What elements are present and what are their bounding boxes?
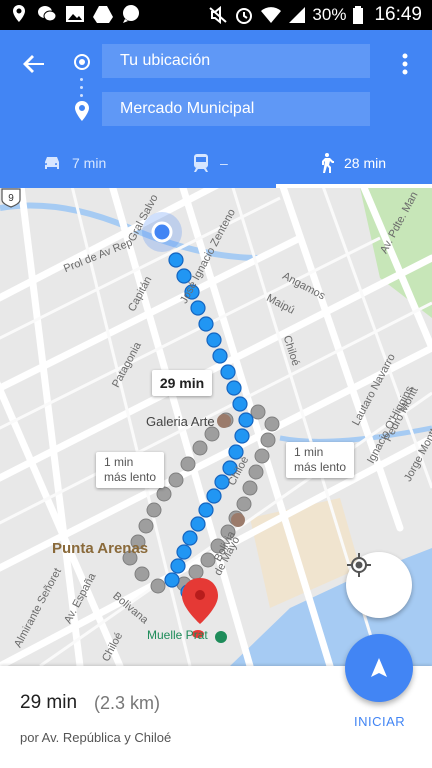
clock: 16:49: [374, 4, 422, 25]
directions-header: Tu ubicación Mercado Municipal 7 min – 2…: [0, 30, 432, 188]
transit-time: –: [220, 155, 228, 171]
status-bar: 30% 16:49: [0, 0, 432, 30]
drive-time: 7 min: [72, 155, 107, 171]
drive-icon: [92, 3, 114, 25]
battery-icon: [353, 6, 364, 24]
mute-icon: [209, 6, 228, 24]
origin-icon: [74, 54, 90, 70]
location-pin-icon: [8, 3, 30, 25]
route-shield-icon: 9: [1, 188, 21, 208]
car-icon: [45, 157, 59, 169]
back-arrow-icon: [23, 55, 44, 73]
crosshair-icon: [347, 553, 371, 577]
gallery-icon: [64, 3, 86, 25]
chat-bubble-icon: [120, 3, 142, 25]
more-vert-icon: [402, 53, 408, 75]
walk-time: 28 min: [344, 155, 387, 171]
back-button[interactable]: [20, 50, 48, 78]
route-via: por Av. República y Chiloé: [20, 730, 172, 745]
wechat-icon: [36, 3, 58, 25]
alt-route-bubble-left[interactable]: 1 min más lento: [96, 452, 165, 488]
map-view[interactable]: Gral Salvo José Ignacio Zenteno Capitán …: [0, 188, 432, 666]
tab-transit[interactable]: –: [192, 138, 228, 188]
origin-field[interactable]: Tu ubicación: [102, 44, 370, 78]
destination-pin-icon: [73, 100, 91, 122]
alt-route-note: más lento: [104, 470, 157, 484]
wifi-icon: [261, 7, 282, 23]
battery-percent: 30%: [312, 5, 347, 24]
route-number: 9: [8, 193, 14, 204]
train-icon: [194, 154, 208, 172]
alarm-icon: [236, 8, 253, 24]
notification-icons: [8, 3, 142, 25]
tab-walk[interactable]: 28 min: [318, 138, 386, 188]
navigation-arrow-icon: [371, 658, 387, 677]
alt-route-delta: 1 min: [104, 455, 134, 469]
city-label: Punta Arenas: [52, 540, 149, 557]
route-connector: [80, 78, 84, 100]
alt-route-bubble-right[interactable]: 1 min más lento: [286, 442, 355, 478]
poi-label[interactable]: Muelle Prat: [147, 628, 208, 642]
route-distance: (2.3 km): [94, 693, 161, 713]
system-status: 30% 16:49: [208, 4, 422, 26]
poi-label[interactable]: Galeria Arte: [146, 414, 215, 429]
destination-field[interactable]: Mercado Municipal: [102, 92, 370, 126]
signal-icon: [289, 7, 306, 23]
travel-mode-tabs: 7 min – 28 min: [0, 138, 432, 188]
start-label[interactable]: INICIAR: [354, 714, 405, 729]
route-eta: 29 min: [20, 692, 78, 713]
alt-route-note: más lento: [294, 460, 347, 474]
more-options-button[interactable]: [398, 50, 412, 78]
start-navigation-button[interactable]: [345, 634, 413, 702]
walk-icon: [322, 153, 334, 173]
route-time-bubble[interactable]: 29 min: [152, 370, 212, 396]
alt-route-delta: 1 min: [294, 445, 324, 459]
my-location-button[interactable]: [346, 552, 412, 618]
tab-drive[interactable]: 7 min: [42, 138, 106, 188]
